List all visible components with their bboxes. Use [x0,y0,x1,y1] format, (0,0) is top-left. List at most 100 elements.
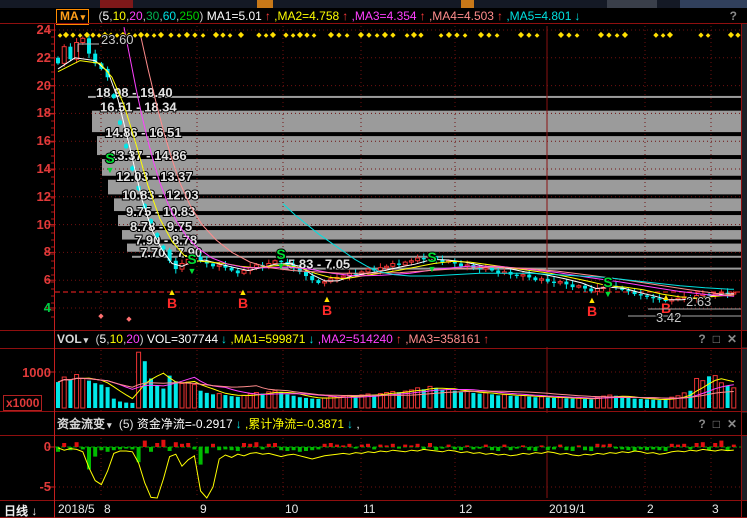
flow-params: (5) [119,417,134,431]
svg-text:▼: ▼ [188,266,197,276]
close-icon[interactable]: ✕ [727,332,737,346]
indicator-value: 资金净流=-0.2917 [137,417,233,431]
date-label: 3 [712,502,719,516]
svg-text:◆: ◆ [478,30,485,39]
svg-text:◆: ◆ [706,33,711,39]
arrow-up-icon: ↑ [396,332,405,346]
header-token: ) [199,9,203,23]
header-token: 20 [126,332,139,346]
date-label: 8 [104,502,111,516]
svg-text:◆: ◆ [418,32,424,39]
svg-text:2.63: 2.63 [686,294,711,309]
svg-text:◆: ◆ [63,30,70,39]
volume-scale-badge: x1000 [3,395,42,411]
svg-text:◆: ◆ [328,30,335,39]
period-selector[interactable]: 日线 ↓ [4,502,37,518]
svg-text:23.60: 23.60 [101,32,134,47]
flow-tick-label: 0 [19,439,51,454]
divider [0,348,747,349]
price-tick-label: 4 [19,300,51,315]
pane-buttons: ? □ ✕ [691,331,737,347]
svg-text:◆: ◆ [454,32,460,39]
close-icon[interactable]: ✕ [727,417,737,431]
svg-text:◆: ◆ [228,33,233,39]
flow-dropdown-button[interactable]: 资金流变▾ [57,417,112,431]
svg-text:B: B [167,295,177,311]
svg-text:◆: ◆ [256,32,262,39]
chart-canvas[interactable]: 18.98 - 19.4016.51 - 18.3414.86 - 16.511… [0,0,747,518]
main-indicator-header: MA▾ (5,10,20,30,60,250) MA1=5.01↑ ,MA2=4… [0,8,747,24]
vol-values: VOL=307744↓ ,MA1=599871↓ ,MA2=514240↑ ,M… [147,332,489,346]
svg-text:◆: ◆ [238,30,245,39]
vol-ma-lines [58,373,734,399]
date-label: 2018/5 [58,502,95,516]
arrow-up-icon: ↑ [497,9,506,23]
ma-params: (5,10,20,30,60,250) [99,9,204,23]
svg-text:B: B [238,295,248,311]
svg-text:◆: ◆ [192,32,198,39]
svg-text:◆: ◆ [575,33,580,39]
ma-values: MA1=5.01↑ ,MA2=4.758↑ ,MA3=4.354↑ ,MA4=4… [207,9,581,23]
arrow-up-icon: ↑ [342,9,351,23]
arrow-up-icon: ↑ [420,9,429,23]
header-token: 30 [146,9,159,23]
indicator-value: ,MA3=4.354 [352,9,417,23]
gap-band [102,159,741,176]
arrow-down-icon: ↓ [31,504,37,518]
window-right-edge [742,0,747,518]
svg-text:▼: ▼ [428,264,437,274]
svg-text:▼: ▼ [604,289,613,299]
header-token: 10 [110,332,123,346]
chevron-down-icon: ▾ [84,335,89,345]
svg-text:◆: ◆ [345,33,350,39]
maximize-icon[interactable]: □ [713,417,720,431]
date-label: 12 [459,502,472,516]
vol-dropdown-button[interactable]: VOL▾ [57,332,88,346]
svg-text:◆: ◆ [304,32,310,39]
svg-text:◆: ◆ [566,32,572,39]
indicator-value: ,MA4=4.503 [429,9,494,23]
date-label: 11 [363,502,375,516]
price-tick-label: 12 [19,189,51,204]
svg-text:B: B [322,302,332,318]
pane-help[interactable]: ? [730,8,737,24]
header-token: 250 [179,9,199,23]
svg-text:◆: ◆ [98,313,104,320]
svg-text:◆: ◆ [622,30,629,39]
arrow-down-icon: ↓ [308,332,317,346]
maximize-icon[interactable]: □ [713,332,720,346]
pane-buttons: ? □ ✕ [691,413,737,435]
help-icon[interactable]: ? [698,332,705,346]
svg-text:◆: ◆ [653,32,659,39]
svg-text:10.83 - 12.03: 10.83 - 12.03 [122,187,199,202]
svg-text:◆: ◆ [291,33,296,39]
svg-text:◆: ◆ [366,32,372,39]
divider [0,23,747,24]
gap-band [114,198,741,211]
svg-text:18.98 - 19.40: 18.98 - 19.40 [96,85,173,100]
svg-text:S: S [187,251,196,267]
chrome-block [461,0,474,8]
svg-text:S: S [603,274,612,290]
svg-text:◆: ◆ [312,33,317,39]
indicator-value: ,MA3=358161 [405,332,480,346]
indicator-value: ,累计净流=-0.3871 [245,417,344,431]
price-tick-label: 14 [19,161,51,176]
svg-text:◆: ◆ [439,33,444,39]
divider [741,24,742,518]
gap-band [108,180,741,195]
date-axis-bar: 日线 ↓ 2018/5891011122019/123 [0,501,747,518]
arrow-down-icon: ↓ [347,417,356,431]
moneyflow-header: 资金流变▾ (5) 资金净流=-0.2917↓ ,累计净流=-0.3871↓ ,… [0,413,747,435]
arrow-up-icon: ↑ [265,9,274,23]
svg-text:◆: ◆ [661,33,666,39]
svg-text:◆: ◆ [411,30,418,39]
svg-text:S: S [427,249,436,265]
svg-text:◆: ◆ [264,33,269,39]
svg-text:◆: ◆ [463,33,468,39]
moneyflow-bars [55,440,741,470]
volume-bars [56,352,736,408]
svg-text:9.75 - 10.83: 9.75 - 10.83 [126,204,195,219]
help-icon[interactable]: ? [698,417,705,431]
chrome-block [257,0,273,8]
